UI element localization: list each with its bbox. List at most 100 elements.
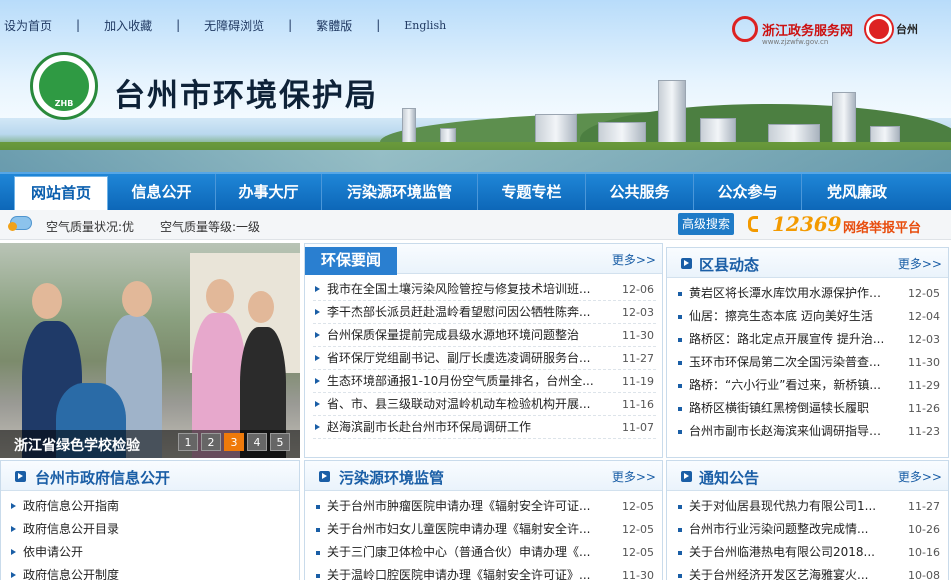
news-title[interactable]: 环保要闻 bbox=[305, 247, 398, 275]
page: 设为首页 | 加入收藏 | 无障碍浏览 | 繁體版 | English 浙江政务… bbox=[0, 0, 951, 580]
zhb-logo-text: ZHB bbox=[54, 99, 74, 108]
news-item[interactable]: 省、市、县三级联动对温岭机动车检验机构开展... 11-16 bbox=[313, 393, 656, 416]
pollution-list: 关于台州市肿瘤医院申请办理《辐射安全许可证... 12-05 关于台州市妇女儿童医… bbox=[305, 491, 662, 580]
nav-public-participation[interactable]: 公众参与 bbox=[694, 174, 802, 210]
slide-dot-1[interactable]: 1 bbox=[178, 433, 198, 451]
district-item-date: 11-23 bbox=[908, 425, 940, 438]
news-item[interactable]: 台州保质保量提前完成县级水源地环境问题整治 11-30 bbox=[313, 324, 656, 347]
pollution-item-title: 关于台州市妇女儿童医院申请办理《辐射安全许... bbox=[327, 522, 591, 536]
nav-home[interactable]: 网站首页 bbox=[14, 176, 108, 212]
news-panel: 环保要闻 更多>> 我市在全国土壤污染风险管控与修复技术培训班... 12-06 … bbox=[304, 243, 663, 458]
set-homepage-link[interactable]: 设为首页 bbox=[0, 17, 56, 34]
notice-item-title: 关于台州临港热电有限公司2018... bbox=[689, 545, 875, 559]
news-item[interactable]: 我市在全国土壤污染风险管控与修复技术培训班... 12-06 bbox=[313, 278, 656, 301]
pollution-item[interactable]: 关于三门康卫体检中心（普通合伙）申请办理《... 12-05 bbox=[313, 541, 656, 564]
news-item-date: 11-30 bbox=[622, 329, 654, 342]
district-title[interactable]: 区县动态 bbox=[699, 254, 759, 275]
status-bar: 空气质量状况:优 空气质量等级:一级 高级搜索 12369 网络举报平台 bbox=[0, 210, 951, 240]
district-item[interactable]: 路桥区横街镇红黑榜倒逼犊长履职 11-26 bbox=[675, 397, 942, 420]
news-item[interactable]: 生态环境部通报1-10月份空气质量排名，台州全... 11-19 bbox=[313, 370, 656, 393]
news-more-link[interactable]: 更多>> bbox=[612, 251, 656, 268]
slide-dot-5[interactable]: 5 bbox=[270, 433, 290, 451]
notice-item-date: 11-27 bbox=[908, 500, 940, 513]
hotline[interactable]: 12369 bbox=[748, 212, 842, 236]
notice-more-link[interactable]: 更多>> bbox=[898, 468, 942, 485]
taizhou-logo-icon bbox=[866, 16, 892, 42]
news-item-title: 台州保质保量提前完成县级水源地环境问题整治 bbox=[327, 328, 580, 342]
report-platform-link[interactable]: 网络举报平台 bbox=[843, 217, 921, 236]
district-item-date: 12-04 bbox=[908, 310, 940, 323]
zhb-logo[interactable]: ZHB bbox=[30, 52, 98, 120]
news-item-date: 11-27 bbox=[622, 352, 654, 365]
news-item-title: 生态环境部通报1-10月份空气质量排名，台州全... bbox=[327, 374, 594, 388]
nav-pollution-supervision[interactable]: 污染源环境监管 bbox=[322, 174, 478, 210]
hotline-number: 12369 bbox=[772, 212, 842, 236]
separator: | bbox=[176, 18, 181, 32]
nav-info-public[interactable]: 信息公开 bbox=[108, 174, 216, 210]
district-more-link[interactable]: 更多>> bbox=[898, 255, 942, 272]
notice-item-title: 台州市行业污染问题整改完成情... bbox=[689, 522, 869, 536]
separator: | bbox=[376, 18, 381, 32]
traditional-chinese-link[interactable]: 繁體版 bbox=[312, 17, 356, 34]
taizhou-name: 台州 bbox=[896, 23, 918, 36]
govinfo-item[interactable]: 政府信息公开目录 bbox=[9, 518, 293, 541]
notice-panel: 通知公告 更多>> 关于对仙居县现代热力有限公司1... 11-27 台州市行业污… bbox=[666, 460, 949, 580]
news-item-title: 我市在全国土壤污染风险管控与修复技术培训班... bbox=[327, 282, 591, 296]
district-item[interactable]: 仙居：擦亮生态本底 迈向美好生活 12-04 bbox=[675, 305, 942, 328]
news-item[interactable]: 赵海滨副市长赴台州市环保局调研工作 11-07 bbox=[313, 416, 656, 439]
slide-dot-2[interactable]: 2 bbox=[201, 433, 221, 451]
govinfo-list: 政府信息公开指南 政府信息公开目录 依申请公开 政府信息公开制度 bbox=[1, 491, 299, 580]
pollution-item[interactable]: 关于温岭口腔医院申请办理《辐射安全许可证》... 11-30 bbox=[313, 564, 656, 580]
nav-special-topics[interactable]: 专题专栏 bbox=[478, 174, 586, 210]
govinfo-item[interactable]: 依申请公开 bbox=[9, 541, 293, 564]
notice-item-title: 关于对仙居县现代热力有限公司1... bbox=[689, 499, 877, 513]
news-item[interactable]: 省环保厅党组副书记、副厅长虞选凌调研服务台... 11-27 bbox=[313, 347, 656, 370]
pollution-item[interactable]: 关于台州市肿瘤医院申请办理《辐射安全许可证... 12-05 bbox=[313, 495, 656, 518]
notice-item[interactable]: 关于台州临港热电有限公司2018... 10-16 bbox=[675, 541, 942, 564]
govinfo-item[interactable]: 政府信息公开制度 bbox=[9, 564, 293, 580]
notice-item[interactable]: 关于对仙居县现代热力有限公司1... 11-27 bbox=[675, 495, 942, 518]
pollution-item-date: 11-30 bbox=[622, 569, 654, 580]
pollution-item-title: 关于温岭口腔医院申请办理《辐射安全许可证》... bbox=[327, 568, 591, 580]
govinfo-item[interactable]: 政府信息公开指南 bbox=[9, 495, 293, 518]
pollution-title[interactable]: 污染源环境监管 bbox=[339, 467, 444, 488]
nav-public-service[interactable]: 公共服务 bbox=[586, 174, 694, 210]
add-favorite-link[interactable]: 加入收藏 bbox=[100, 17, 156, 34]
district-item[interactable]: 黄岩区将长潭水库饮用水源保护作为... 12-05 bbox=[675, 282, 942, 305]
news-item[interactable]: 李干杰部长派员赶赴温岭看望慰问因公牺牲陈奔... 12-03 bbox=[313, 301, 656, 324]
taizhou-link[interactable]: 台州 bbox=[866, 16, 918, 42]
pollution-item[interactable]: 关于台州市妇女儿童医院申请办理《辐射安全许... 12-05 bbox=[313, 518, 656, 541]
accessibility-link[interactable]: 无障碍浏览 bbox=[200, 17, 268, 34]
news-item-date: 12-03 bbox=[622, 306, 654, 319]
zjzwfw-name: 浙江政务服务网 bbox=[762, 23, 854, 39]
district-item[interactable]: 路桥：“六小行业”看过来，新桥镇... 11-29 bbox=[675, 374, 942, 397]
advanced-search-button[interactable]: 高级搜索 bbox=[678, 213, 734, 235]
district-panel: 区县动态 更多>> 黄岩区将长潭水库饮用水源保护作为... 12-05 仙居：擦亮… bbox=[666, 247, 949, 458]
notice-item[interactable]: 台州市行业污染问题整改完成情... 10-26 bbox=[675, 518, 942, 541]
slide-dot-3[interactable]: 3 bbox=[224, 433, 244, 451]
notice-item-title: 关于台州经济开发区艺海雅宴火... bbox=[689, 568, 869, 580]
banner-water bbox=[0, 150, 951, 172]
zjzwfw-link[interactable]: 浙江政务服务网 www.zjzwfw.gov.cn bbox=[732, 16, 854, 46]
district-item[interactable]: 台州市副市长赵海滨来仙调研指导耒... 11-23 bbox=[675, 420, 942, 443]
news-header: 环保要闻 更多>> bbox=[305, 244, 662, 275]
slideshow-image[interactable] bbox=[0, 243, 300, 458]
zjzwfw-logo-icon bbox=[732, 16, 758, 42]
notice-title[interactable]: 通知公告 bbox=[699, 467, 759, 488]
pollution-more-link[interactable]: 更多>> bbox=[612, 468, 656, 485]
district-item-title: 玉环市环保局第二次全国污染普查... bbox=[689, 355, 881, 369]
person-head bbox=[206, 279, 234, 313]
english-link[interactable]: English bbox=[400, 19, 450, 32]
district-item[interactable]: 玉环市环保局第二次全国污染普查... 11-30 bbox=[675, 351, 942, 374]
govinfo-title[interactable]: 台州市政府信息公开 bbox=[35, 467, 170, 488]
news-item-title: 省、市、县三级联动对温岭机动车检验机构开展... bbox=[327, 397, 591, 411]
nav-service-hall[interactable]: 办事大厅 bbox=[216, 174, 322, 210]
district-item[interactable]: 路桥区：路北定点开展宣传 提升治... 12-03 bbox=[675, 328, 942, 351]
arrow-right-icon bbox=[319, 471, 330, 482]
person-head bbox=[248, 291, 274, 323]
weather-icon bbox=[8, 216, 32, 231]
notice-item[interactable]: 关于台州经济开发区艺海雅宴火... 10-08 bbox=[675, 564, 942, 580]
nav-party-integrity[interactable]: 党风廉政 bbox=[802, 174, 912, 210]
news-list: 我市在全国土壤污染风险管控与修复技术培训班... 12-06 李干杰部长派员赶赴温… bbox=[305, 274, 662, 439]
slide-dot-4[interactable]: 4 bbox=[247, 433, 267, 451]
